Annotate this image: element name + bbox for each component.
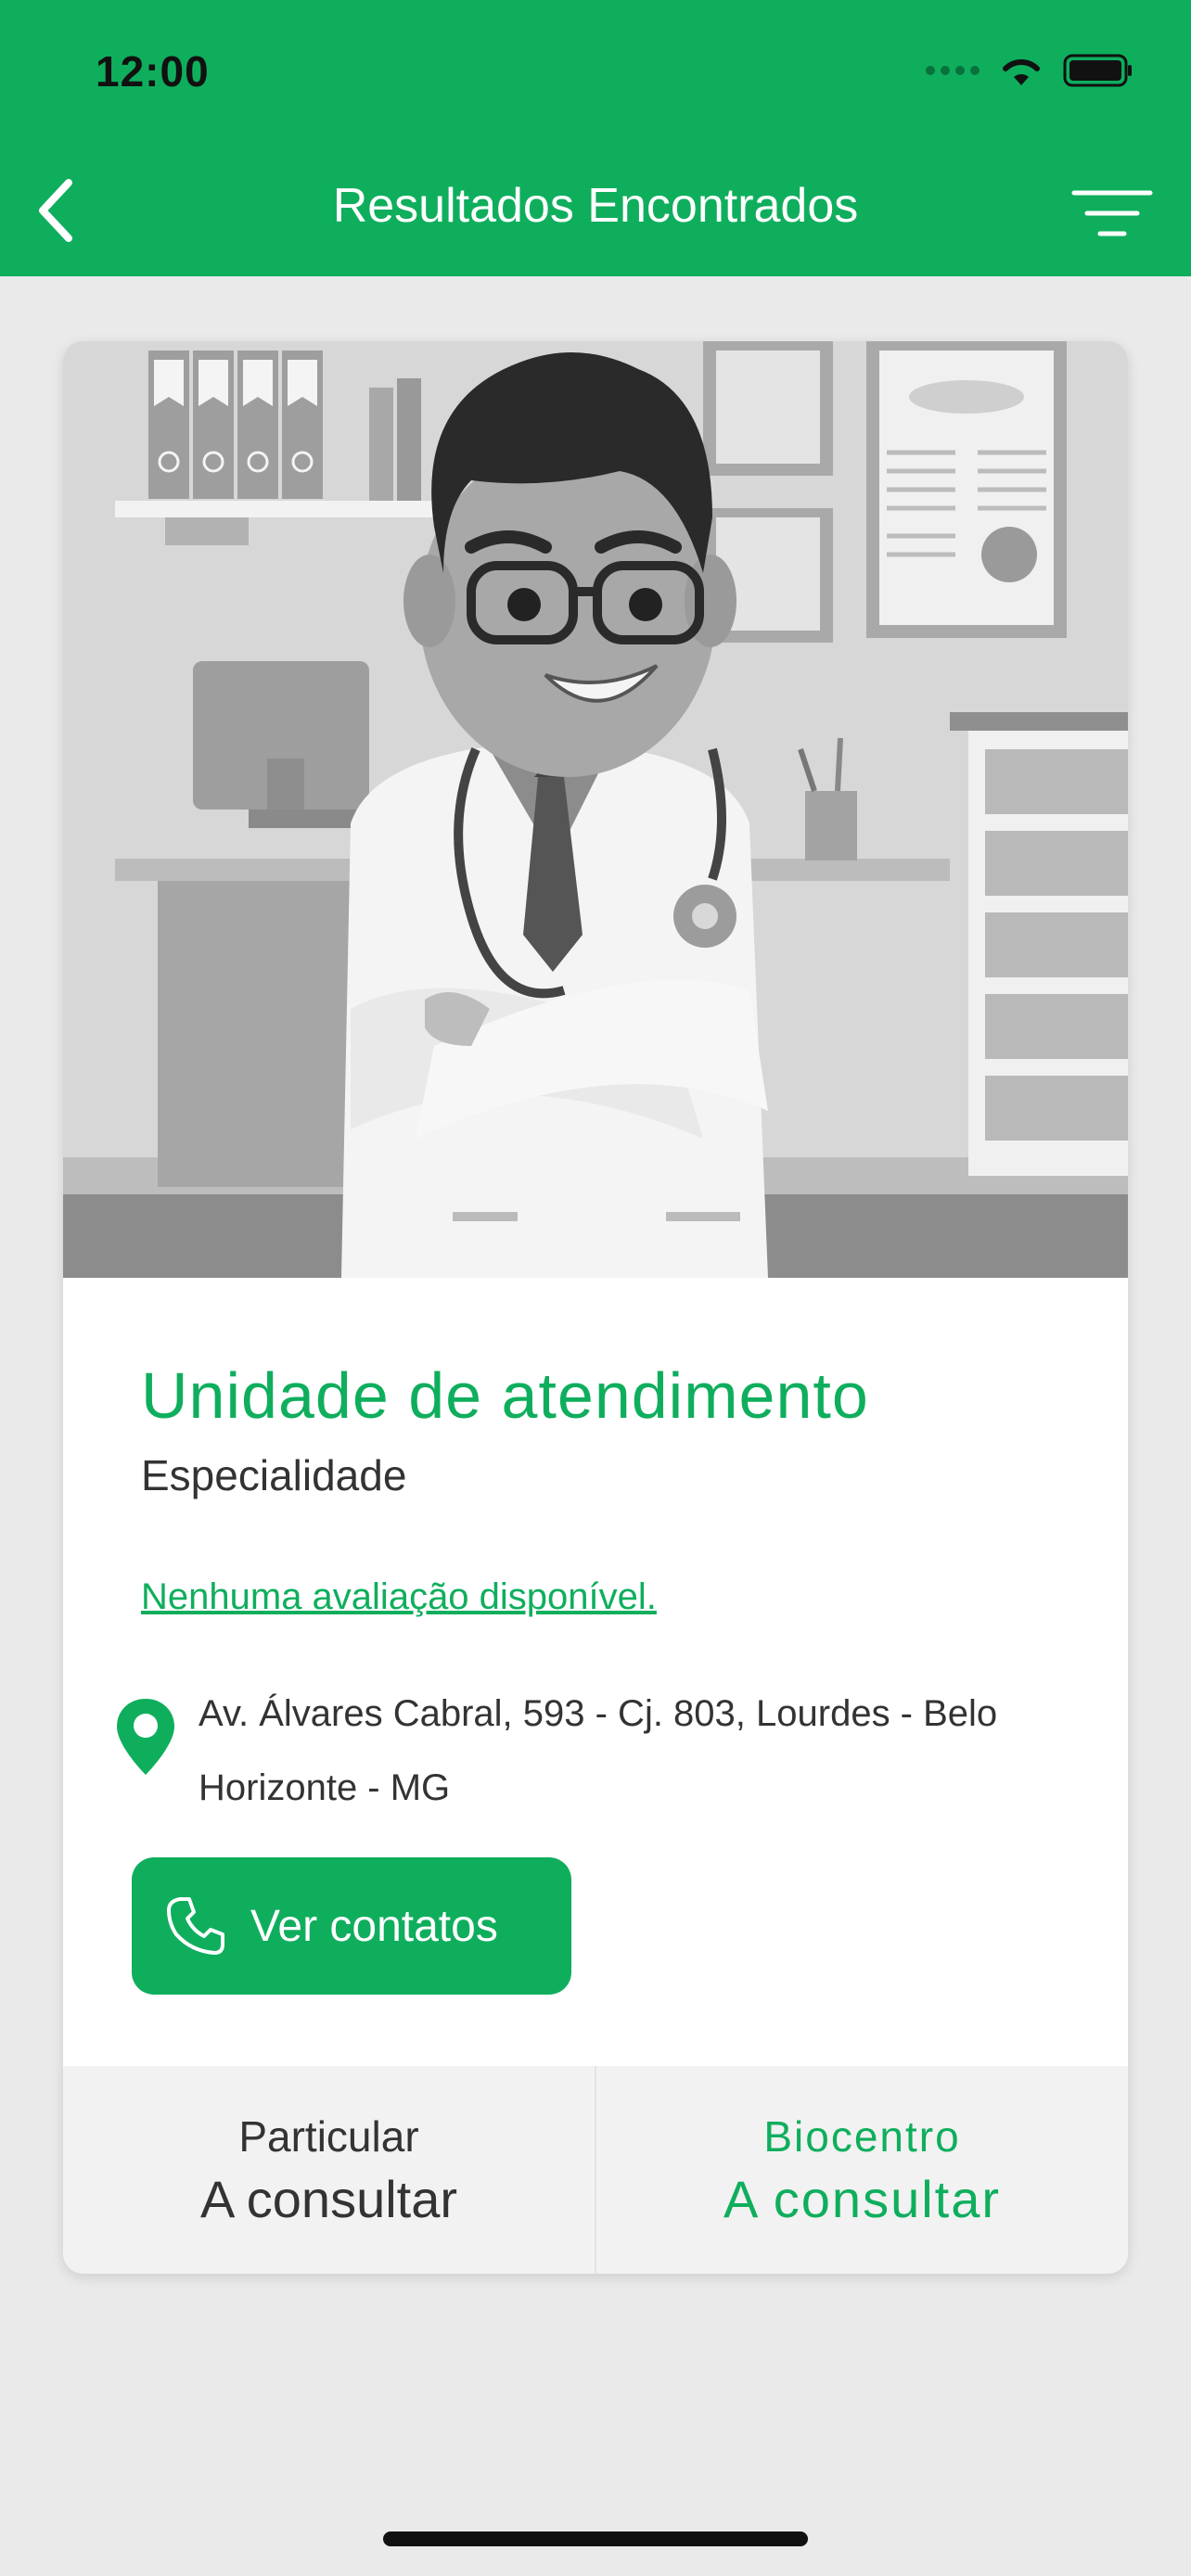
address: Av. Álvares Cabral, 593 - Cj. 803, Lourd… — [198, 1693, 998, 1808]
wifi-icon — [1003, 58, 1040, 85]
view-contacts-label: Ver contatos — [250, 1901, 498, 1951]
filter-icon — [1071, 190, 1153, 236]
app-header: 12:00 Resultados Encontrados — [0, 0, 1191, 276]
home-indicator[interactable] — [383, 2531, 808, 2546]
price-value: A consultar — [199, 2169, 458, 2228]
status-icons — [926, 54, 1133, 87]
price-label: Particular — [238, 2111, 419, 2161]
doctor-illustration — [63, 341, 1128, 1278]
price-label: Biocentro — [763, 2111, 961, 2161]
specialty: Especialidade — [141, 1451, 407, 1499]
price-row: Particular A consultar Biocentro A consu… — [63, 2066, 1128, 2274]
reviews-link[interactable]: Nenhuma avaliação disponível. — [141, 1576, 657, 1618]
phone-icon — [167, 1897, 224, 1955]
status-time: 12:00 — [96, 47, 210, 96]
signal-icon — [926, 66, 980, 75]
price-plan: Biocentro A consultar — [596, 2066, 1128, 2274]
page-title: Resultados Encontrados — [332, 179, 859, 233]
price-value: A consultar — [723, 2169, 1002, 2228]
price-private: Particular A consultar — [63, 2066, 596, 2274]
battery-icon — [1063, 54, 1132, 87]
filter-button[interactable] — [1061, 176, 1163, 250]
location-pin-icon — [117, 1699, 174, 1775]
view-contacts-button[interactable]: Ver contatos — [132, 1857, 571, 1995]
result-card[interactable]: Unidade de atendimento Especialidade Nen… — [63, 341, 1128, 2274]
unit-name: Unidade de atendimento — [141, 1359, 869, 1432]
